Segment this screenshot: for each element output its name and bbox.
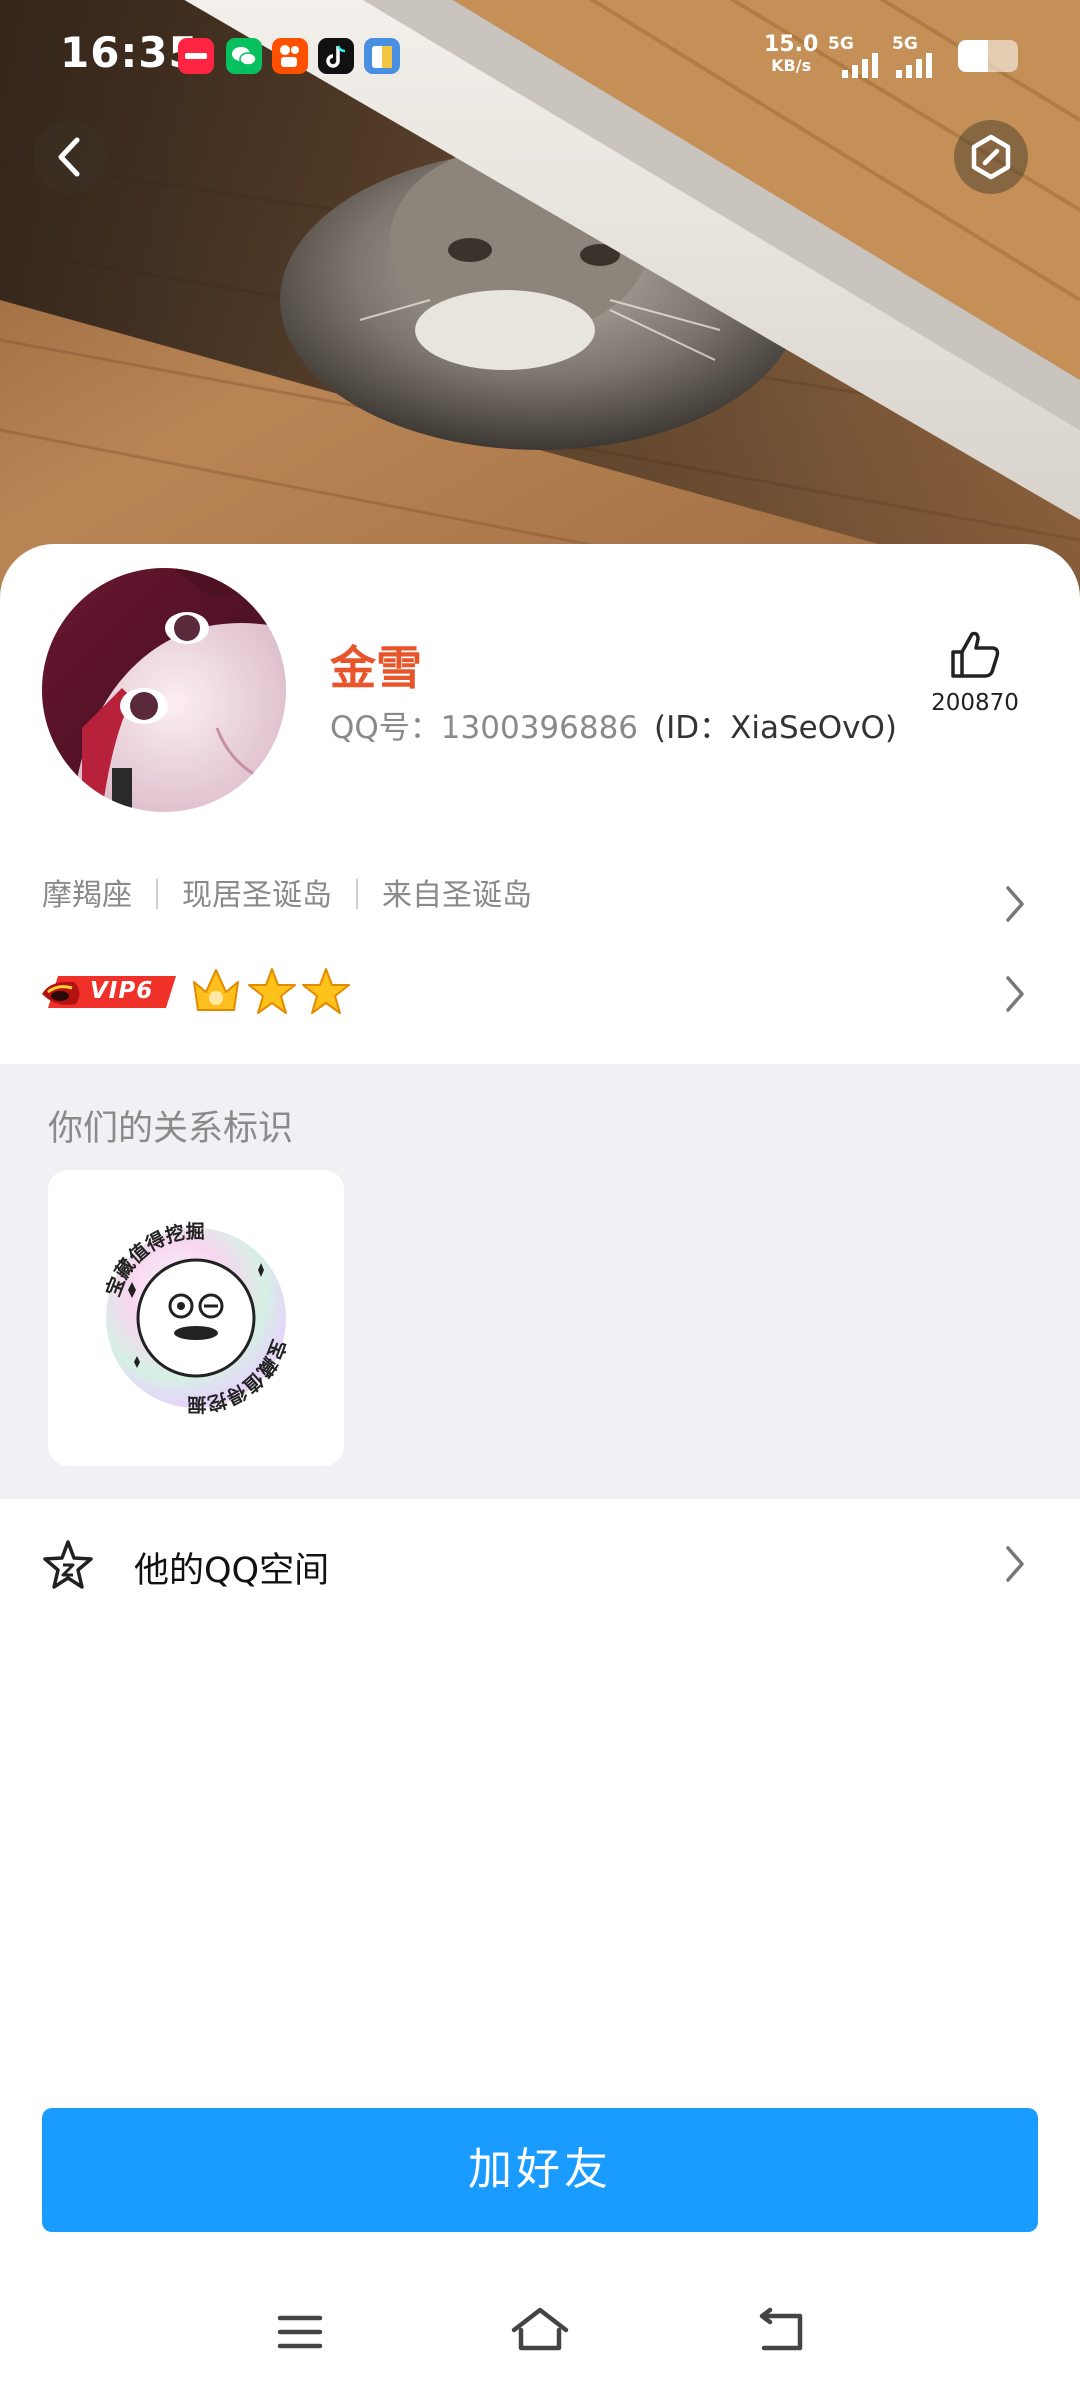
like-button[interactable]: 200870 (920, 628, 1030, 716)
divider (156, 879, 158, 909)
back-button[interactable] (33, 120, 107, 194)
chevron-right-icon[interactable] (1000, 1542, 1030, 1586)
files-icon (364, 38, 400, 74)
add-friend-button[interactable]: 加好友 (42, 2108, 1038, 2232)
chevron-right-icon[interactable] (1000, 882, 1030, 926)
star-icon (248, 968, 296, 1014)
tiktok-icon (318, 38, 354, 74)
star-icon (302, 968, 350, 1014)
battery-icon (958, 40, 1018, 72)
profile-name: 金雪 (330, 641, 422, 695)
battery-fill (958, 40, 988, 72)
signal-1-icon: 5G (828, 36, 884, 83)
like-count: 200870 (931, 690, 1019, 716)
thumbs-up-icon (951, 631, 1000, 678)
back-icon[interactable] (750, 2300, 810, 2360)
relation-badge: 宝藏值得挖掘 宝藏值得挖掘 (101, 1220, 291, 1416)
network-speed: 15.0 KB/s (764, 32, 819, 75)
crown-icon (193, 969, 239, 1011)
hometown: 来自圣诞岛 (382, 878, 532, 913)
qzone-label: 他的QQ空间 (134, 1551, 330, 1591)
status-bar: 16:35 15.0 KB/s 5G 5G (0, 0, 1080, 110)
chevron-right-icon[interactable] (1000, 972, 1030, 1016)
divider (356, 879, 358, 909)
more-button[interactable] (954, 120, 1028, 194)
vip-level: VIP6 (90, 978, 154, 1004)
chevron-left-icon (58, 137, 80, 177)
menu-icon[interactable] (270, 2300, 330, 2360)
qq-id: (ID：XiaSeOvO) (654, 710, 897, 746)
profile-info-row[interactable]: 摩羯座 现居圣诞岛 来自圣诞岛 (42, 870, 532, 914)
home-icon[interactable] (510, 2300, 570, 2360)
kuaishou-icon (272, 38, 308, 74)
star-outline-icon (43, 1540, 93, 1589)
relation-badge-card[interactable]: 宝藏值得挖掘 宝藏值得挖掘 (48, 1170, 344, 1466)
avatar[interactable] (42, 568, 286, 812)
qq-number-line: QQ号：1300396886 (ID：XiaSeOvO) (330, 702, 897, 747)
relation-title: 你们的关系标识 (48, 1109, 294, 1149)
qq-number: QQ号：1300396886 (330, 710, 639, 746)
wechat-icon (226, 38, 262, 74)
xiaohongshu-icon (178, 38, 214, 74)
zodiac: 摩羯座 (42, 878, 132, 913)
hexagon-slash-icon (971, 134, 1011, 180)
current-location: 现居圣诞岛 (182, 878, 332, 913)
signal-2-icon: 5G (892, 36, 948, 83)
